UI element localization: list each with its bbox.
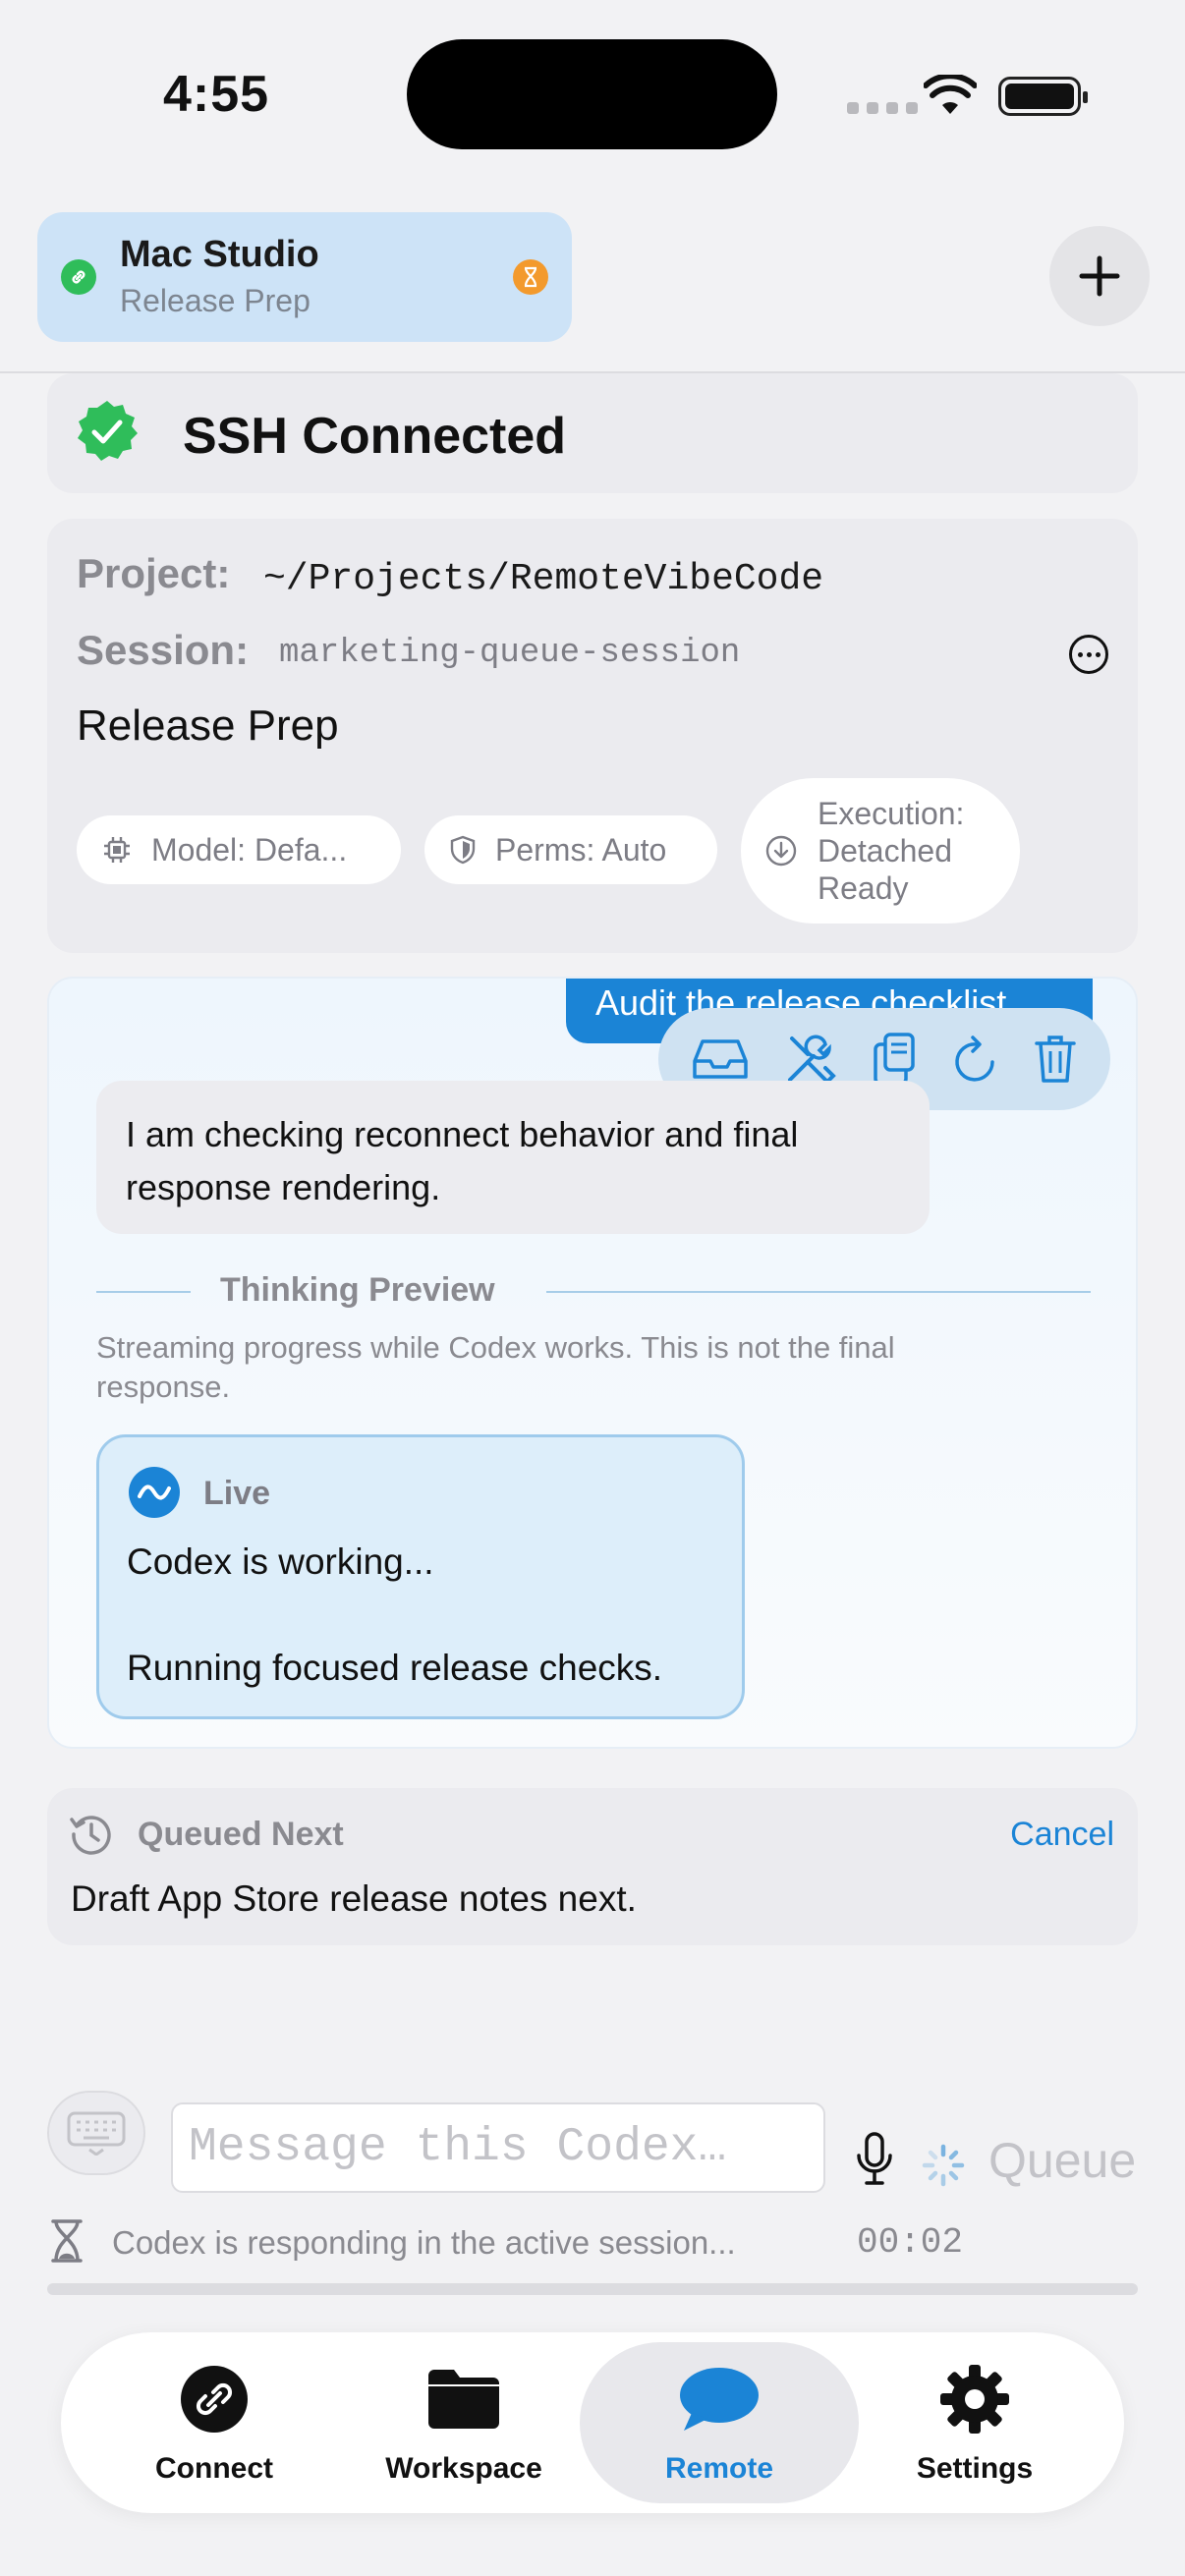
- dynamic-island: [407, 39, 777, 149]
- project-path: ~/Projects/RemoteVibeCode: [263, 558, 824, 600]
- host-selector[interactable]: Mac Studio Release Prep: [37, 212, 572, 342]
- keyboard-icon: [67, 2111, 126, 2156]
- status-bar: 4:55: [0, 0, 1185, 196]
- folder-icon: [424, 2360, 503, 2438]
- chat-transcript[interactable]: Audit the release checklist I am checkin…: [47, 977, 1138, 1749]
- hourglass-icon: [513, 259, 548, 295]
- host-subtitle: Release Prep: [120, 283, 310, 318]
- tab-connect-label: Connect: [155, 2452, 273, 2485]
- session-name: marketing-queue-session: [279, 635, 741, 672]
- ssh-status-card: SSH Connected: [47, 373, 1138, 493]
- live-status-card: Live Codex is working... Running focused…: [96, 1434, 745, 1719]
- tab-remote-label: Remote: [664, 2452, 774, 2485]
- gear-icon: [938, 2360, 1011, 2438]
- project-card: Project: ~/Projects/RemoteVibeCode Sessi…: [47, 519, 1138, 953]
- queue-button[interactable]: Queue: [988, 2132, 1136, 2189]
- project-title: Release Prep: [77, 701, 339, 750]
- model-chip[interactable]: Model: Defa...: [77, 815, 401, 884]
- tab-bar: Connect Workspace Remote Settings: [61, 2332, 1124, 2513]
- link-circle-icon: [179, 2360, 250, 2438]
- tab-settings-label: Settings: [916, 2452, 1034, 2485]
- verified-badge-icon: [75, 399, 140, 469]
- responding-status-text: Codex is responding in the active sessio…: [112, 2224, 736, 2261]
- history-clock-icon: [69, 1812, 114, 1862]
- retry-icon[interactable]: [953, 1035, 998, 1084]
- project-label: Project:: [77, 550, 231, 596]
- tab-settings[interactable]: Settings: [876, 2342, 1073, 2503]
- hourglass-status-icon: [49, 2218, 85, 2268]
- host-name: Mac Studio: [120, 234, 319, 275]
- loading-spinner-icon: [922, 2144, 965, 2192]
- model-chip-label: Model: Defa...: [151, 831, 348, 868]
- cancel-queue-button[interactable]: Cancel: [1010, 1816, 1114, 1854]
- tab-workspace[interactable]: Workspace: [356, 2342, 572, 2503]
- battery-icon: [998, 77, 1088, 116]
- copy-icon[interactable]: [874, 1033, 917, 1086]
- permissions-chip[interactable]: Perms: Auto: [424, 815, 717, 884]
- live-label: Live: [203, 1475, 271, 1512]
- shield-icon: [450, 835, 476, 865]
- ssh-status-title: SSH Connected: [183, 408, 567, 465]
- response-progress-track: [47, 2283, 1138, 2295]
- chip-processor-icon: [102, 835, 132, 865]
- tab-remote[interactable]: Remote: [580, 2342, 859, 2503]
- assistant-message-bubble[interactable]: I am checking reconnect behavior and fin…: [96, 1081, 930, 1234]
- trash-icon[interactable]: [1035, 1034, 1077, 1085]
- tab-workspace-label: Workspace: [385, 2452, 542, 2485]
- add-connection-button[interactable]: [1049, 226, 1150, 326]
- inbox-tray-icon[interactable]: [692, 1037, 748, 1081]
- plus-icon: [1079, 255, 1120, 297]
- execution-chip-line-2: Detached: [818, 833, 952, 868]
- live-status-line-1: Codex is working...: [127, 1541, 434, 1582]
- thinking-divider-right: [546, 1291, 1091, 1293]
- execution-chip-line-1: Execution:: [818, 796, 965, 831]
- message-input[interactable]: [171, 2102, 825, 2193]
- download-circle-icon: [764, 834, 798, 868]
- queued-next-card: Queued Next Cancel Draft App Store relea…: [47, 1788, 1138, 1945]
- tab-connect[interactable]: Connect: [116, 2342, 312, 2503]
- queued-message-text: Draft App Store release notes next.: [71, 1878, 637, 1919]
- tools-icon[interactable]: [784, 1033, 837, 1086]
- execution-chip[interactable]: Execution: Detached Ready: [741, 778, 1020, 924]
- status-time: 4:55: [163, 66, 270, 123]
- elapsed-time: 00:02: [857, 2222, 964, 2263]
- permissions-chip-label: Perms: Auto: [495, 831, 667, 868]
- live-status-line-2: Running focused release checks.: [127, 1648, 663, 1688]
- execution-chip-line-3: Ready: [818, 870, 909, 906]
- more-options-icon[interactable]: [1069, 635, 1108, 674]
- live-wave-icon: [129, 1467, 180, 1518]
- thinking-preview-title: Thinking Preview: [220, 1271, 495, 1309]
- link-icon: [61, 259, 96, 295]
- chat-bubble-icon: [678, 2360, 761, 2438]
- queued-next-label: Queued Next: [138, 1816, 344, 1853]
- session-label: Session:: [77, 627, 250, 673]
- wifi-icon: [923, 73, 978, 121]
- thinking-divider-left: [96, 1291, 191, 1293]
- microphone-icon[interactable]: [855, 2132, 894, 2192]
- cellular-signal-icon: [847, 102, 918, 114]
- keyboard-toggle-button[interactable]: [47, 2091, 145, 2175]
- thinking-preview-description: Streaming progress while Codex works. Th…: [96, 1330, 895, 1404]
